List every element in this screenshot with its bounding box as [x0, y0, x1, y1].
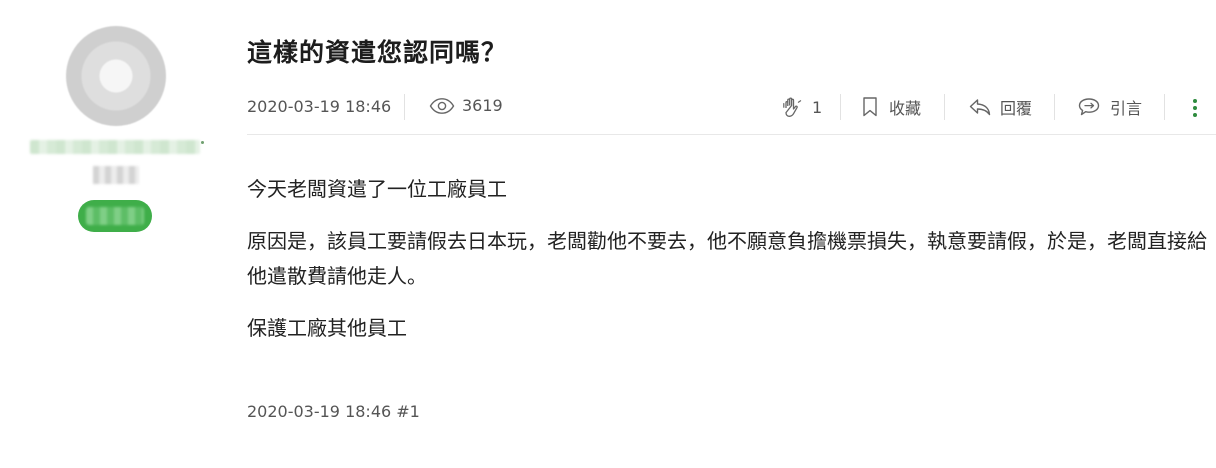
vertical-dots-icon	[1193, 99, 1197, 103]
user-level-badge-text-blurred	[86, 207, 144, 225]
post-meta-bar: 2020-03-19 18:46 3619 1 收藏 回覆 引言	[247, 84, 1216, 135]
username-blurred[interactable]	[30, 140, 200, 154]
meta-divider	[404, 94, 405, 120]
hand-clap-icon	[783, 97, 802, 117]
reply-label: 回覆	[1000, 99, 1033, 118]
like-count: 1	[812, 97, 823, 117]
username-dot	[201, 141, 204, 144]
eye-icon	[429, 97, 455, 114]
views-count: 3619	[462, 96, 503, 115]
quote-label: 引言	[1110, 99, 1143, 118]
reply-button[interactable]: 回覆	[968, 94, 1032, 120]
favorite-label: 收藏	[889, 99, 922, 118]
avatar[interactable]	[66, 26, 166, 126]
favorite-button[interactable]: 收藏	[861, 94, 921, 120]
user-level-badge	[78, 200, 152, 232]
more-options-button[interactable]	[1186, 96, 1204, 120]
user-info-blurred	[93, 166, 139, 184]
quote-button[interactable]: 引言	[1078, 94, 1142, 120]
post-paragraph: 原因是，該員工要請假去日本玩，老闆勸他不要去，他不願意負擔機票損失，執意要請假，…	[247, 229, 1207, 288]
meta-divider	[944, 94, 945, 120]
post-content: 今天老闆資遣了一位工廠員工 原因是，該員工要請假去日本玩，老闆勸他不要去，他不願…	[247, 172, 1207, 346]
views-counter: 3619	[429, 96, 503, 115]
post-floor-meta[interactable]: 2020-03-19 18:46 #1	[247, 402, 420, 421]
reply-arrow-icon	[969, 99, 991, 116]
bookmark-icon	[863, 97, 877, 117]
post-date: 2020-03-19 18:46	[247, 97, 392, 116]
meta-divider	[1054, 94, 1055, 120]
speech-bubble-icon	[1078, 98, 1100, 116]
vertical-dots-icon	[1193, 113, 1197, 117]
vertical-dots-icon	[1193, 106, 1197, 110]
post-title: 這樣的資遣您認同嗎？	[247, 38, 508, 67]
meta-divider	[1164, 94, 1165, 120]
post-paragraph: 保護工廠其他員工	[247, 316, 407, 340]
like-button[interactable]: 1	[780, 94, 822, 120]
post: 這樣的資遣您認同嗎？ 2020-03-19 18:46 3619 1 收藏 回覆…	[247, 0, 1216, 468]
user-panel	[0, 0, 232, 468]
post-paragraph: 今天老闆資遣了一位工廠員工	[247, 177, 507, 201]
meta-divider	[840, 94, 841, 120]
